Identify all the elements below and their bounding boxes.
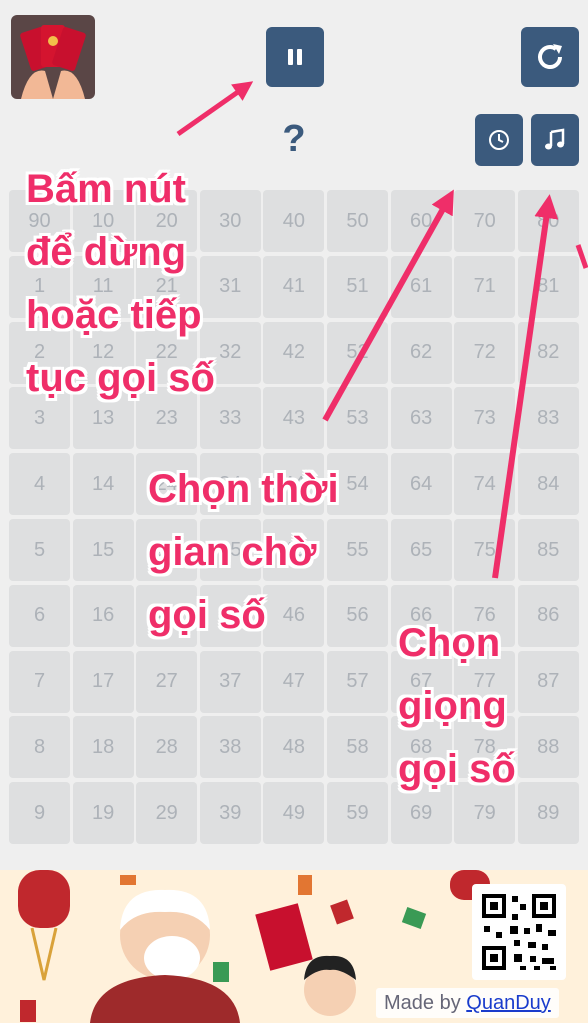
number-cell: 52	[327, 321, 388, 384]
number-cell: 83	[517, 387, 579, 450]
reload-icon	[538, 44, 562, 69]
number-cell: 9	[9, 782, 70, 845]
number-cell: 87	[517, 650, 579, 713]
number-cell: 84	[517, 453, 579, 516]
number-cell: 27	[136, 650, 198, 713]
clock-icon	[489, 130, 509, 150]
number-cell: 65	[390, 519, 452, 581]
voice-button[interactable]	[531, 114, 579, 166]
number-cell: 40	[263, 190, 325, 252]
number-cell: 63	[390, 387, 452, 450]
number-cell: 62	[390, 321, 452, 384]
number-cell: 74	[454, 453, 516, 516]
number-cell: 89	[517, 782, 579, 845]
voice-hint: Chọn giọng gọi số	[398, 621, 516, 791]
number-cell: 5	[9, 519, 70, 581]
number-cell: 72	[454, 321, 516, 384]
pause-hint-arrow	[176, 81, 254, 137]
number-cell: 51	[327, 255, 388, 318]
number-cell: 70	[454, 190, 516, 252]
app-logo	[11, 15, 95, 99]
number-cell: 8	[9, 716, 70, 779]
reload-button[interactable]	[521, 27, 579, 87]
number-cell: 82	[517, 321, 579, 384]
number-cell: 75	[454, 519, 516, 581]
number-cell: 7	[9, 650, 70, 713]
number-cell: 61	[390, 255, 452, 318]
credit-label: Made by QuanDuy	[376, 988, 559, 1018]
number-cell: 64	[390, 453, 452, 516]
number-cell: 48	[263, 716, 325, 779]
number-cell: 73	[454, 387, 516, 450]
number-cell: 38	[199, 716, 261, 779]
timer-button[interactable]	[475, 114, 523, 166]
number-cell: 42	[263, 321, 325, 384]
number-cell: 37	[199, 650, 261, 713]
author-link[interactable]: QuanDuy	[466, 992, 551, 1014]
number-cell: 28	[136, 716, 198, 779]
number-cell: 86	[517, 584, 579, 647]
timer-hint: Chọn thời gian chờ gọi số	[148, 467, 339, 637]
number-cell: 88	[517, 716, 579, 779]
number-cell: 18	[72, 716, 134, 779]
number-cell: 19	[72, 782, 134, 845]
number-cell: 14	[72, 453, 134, 516]
number-cell: 29	[136, 782, 198, 845]
number-cell: 80	[517, 190, 579, 252]
pause-button[interactable]	[266, 27, 324, 87]
number-cell: 53	[327, 387, 388, 450]
number-cell: 57	[327, 650, 388, 713]
number-cell: 16	[72, 584, 134, 647]
number-cell: 17	[72, 650, 134, 713]
number-cell: 41	[263, 255, 325, 318]
number-cell: 15	[72, 519, 134, 581]
number-cell: 58	[327, 716, 388, 779]
pause-hint: Bấm nút để dừng hoặc tiếp tục gọi số	[26, 167, 215, 400]
number-cell: 39	[199, 782, 261, 845]
number-cell: 60	[390, 190, 452, 252]
qr-code[interactable]	[472, 884, 566, 980]
current-number: ?	[282, 118, 306, 160]
number-cell: 59	[327, 782, 388, 845]
number-cell: 43	[263, 387, 325, 450]
number-cell: 6	[9, 584, 70, 647]
number-cell: 47	[263, 650, 325, 713]
number-cell: 71	[454, 255, 516, 318]
pause-icon	[288, 49, 302, 65]
number-cell: 4	[9, 453, 70, 516]
number-cell: 85	[517, 519, 579, 581]
music-note-icon	[545, 128, 565, 150]
voice-hint-arrow-2	[575, 244, 588, 269]
number-cell: 81	[517, 255, 579, 318]
number-cell: 50	[327, 190, 388, 252]
number-cell: 49	[263, 782, 325, 845]
credit-prefix: Made by	[384, 992, 461, 1014]
